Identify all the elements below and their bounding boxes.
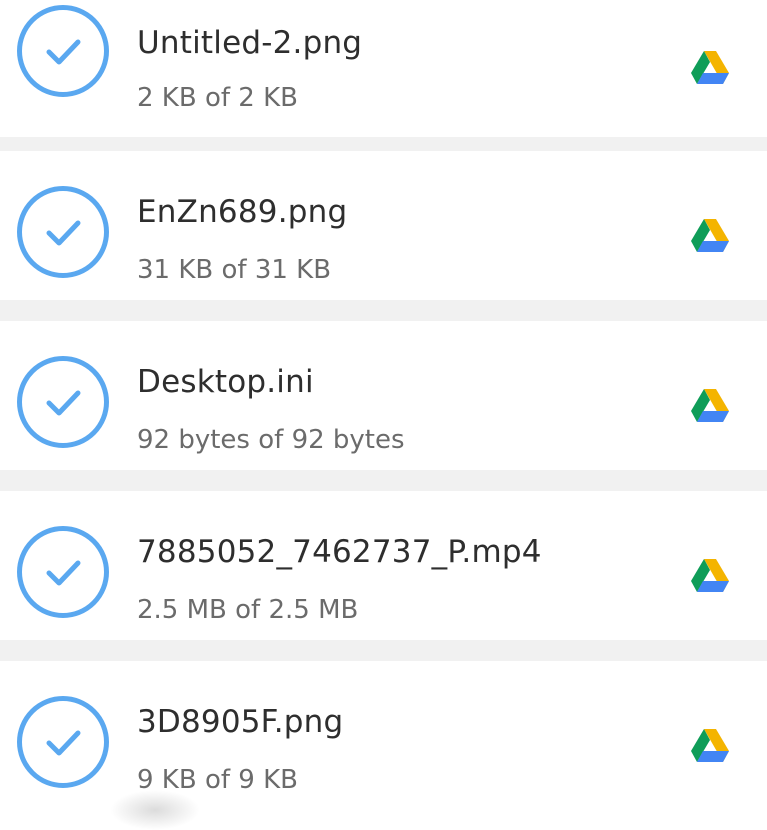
check-circle-icon [17, 5, 109, 97]
file-name: Desktop.ini [137, 364, 314, 400]
file-size: 9 KB of 9 KB [137, 765, 298, 795]
transfer-list: Untitled-2.png 2 KB of 2 KB EnZn689.png … [0, 0, 767, 830]
file-size: 31 KB of 31 KB [137, 255, 332, 285]
file-size: 2.5 MB of 2.5 MB [137, 595, 359, 625]
google-drive-icon [690, 218, 730, 254]
file-size: 2 KB of 2 KB [137, 83, 298, 113]
google-drive-icon [690, 558, 730, 594]
check-circle-icon [17, 696, 109, 788]
check-circle-icon [17, 356, 109, 448]
file-name: 7885052_7462737_P.mp4 [137, 534, 542, 570]
google-drive-icon [690, 50, 730, 86]
google-drive-icon [690, 728, 730, 764]
file-name: Untitled-2.png [137, 25, 363, 61]
transfer-item[interactable]: 7885052_7462737_P.mp4 2.5 MB of 2.5 MB [0, 491, 767, 640]
scroll-indicator [110, 790, 200, 830]
file-name: EnZn689.png [137, 194, 348, 230]
check-circle-icon [17, 526, 109, 618]
file-name: 3D8905F.png [137, 704, 344, 740]
transfer-item[interactable]: Untitled-2.png 2 KB of 2 KB [0, 0, 767, 137]
transfer-item[interactable]: EnZn689.png 31 KB of 31 KB [0, 151, 767, 300]
transfer-item[interactable]: Desktop.ini 92 bytes of 92 bytes [0, 321, 767, 470]
transfer-item[interactable]: 3D8905F.png 9 KB of 9 KB [0, 661, 767, 815]
file-size: 92 bytes of 92 bytes [137, 425, 405, 455]
google-drive-icon [690, 388, 730, 424]
check-circle-icon [17, 186, 109, 278]
